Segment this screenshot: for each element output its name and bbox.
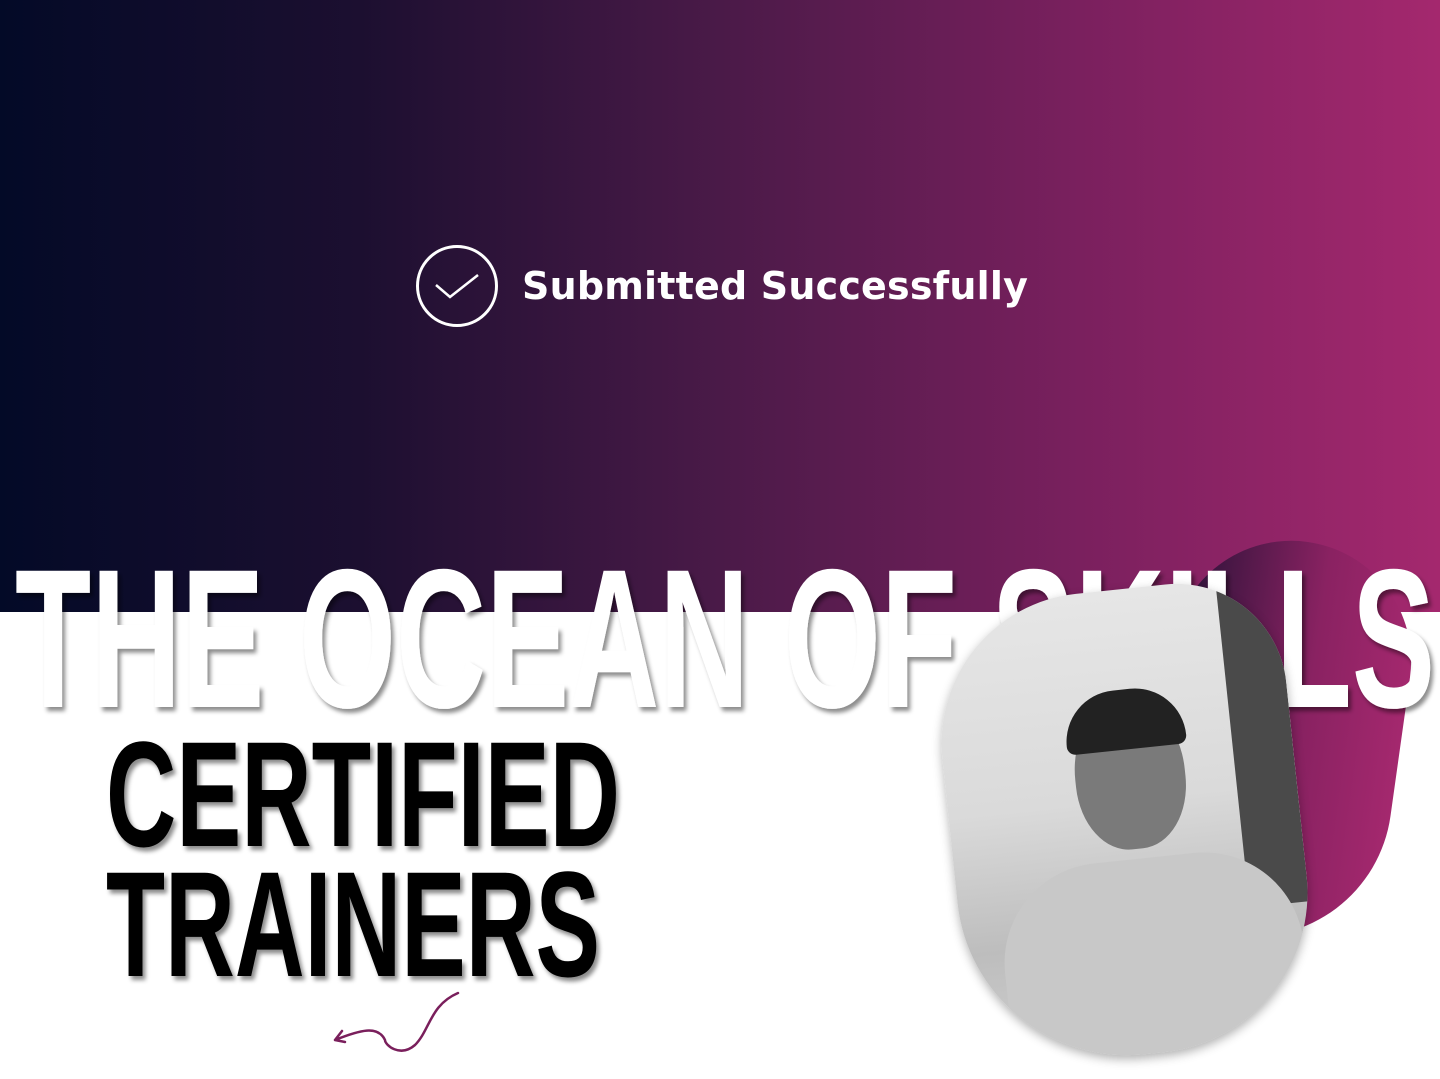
trainers-text: TRAINERS (106, 840, 600, 1008)
curved-arrow-icon (333, 991, 460, 1052)
